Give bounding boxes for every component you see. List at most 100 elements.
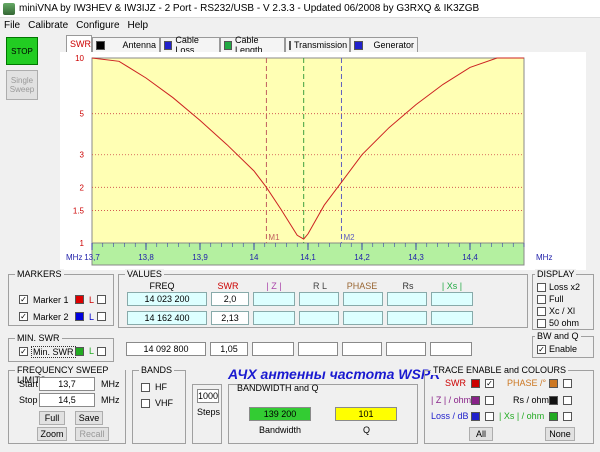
- menu-configure[interactable]: Configure: [72, 20, 123, 31]
- stop-input[interactable]: 14,5: [39, 393, 95, 407]
- x-tick-label: 14,2: [354, 253, 370, 262]
- overlay-title: АЧХ антенны частота WSPR: [228, 366, 441, 382]
- single-sweep-button[interactable]: Single Sweep: [6, 70, 38, 100]
- bw-q-enable-checkbox[interactable]: ✓: [537, 345, 546, 354]
- trace-xs-label: | Xs | / ohm: [499, 411, 545, 421]
- trace-swr-checkbox[interactable]: ✓: [485, 379, 494, 388]
- bw-q-panel: BW and Q ✓ Enable: [532, 331, 594, 358]
- sweep-limits-panel: FREQUENCY SWEEP LIMITS Start 13,7 MHz St…: [8, 365, 126, 444]
- x-tick-label: 13,9: [192, 253, 208, 262]
- trace-phase-checkbox[interactable]: [563, 379, 572, 388]
- full-button[interactable]: Full: [39, 411, 65, 425]
- display-title: DISPLAY: [535, 269, 577, 279]
- recall-button[interactable]: Recall: [75, 427, 109, 441]
- trace-xs-checkbox[interactable]: [563, 412, 572, 421]
- swr-chart[interactable]: 10 5 3 2 1.5 1 13,7 13,8 13,9 14 14,1 14,2 14,3 14,4…: [60, 52, 586, 270]
- y-tick-label: 5: [80, 110, 85, 119]
- q-value: 101: [335, 407, 397, 421]
- marker2-l-checkbox[interactable]: [97, 312, 106, 321]
- tab-transmission[interactable]: Transmission: [285, 37, 350, 52]
- min-xs-value: [430, 342, 472, 356]
- full-label: Full: [549, 294, 564, 304]
- header-rl: R L: [312, 281, 327, 291]
- full-checkbox[interactable]: [537, 295, 546, 304]
- tab-cable-loss[interactable]: Cable Loss: [160, 35, 220, 55]
- marker1-l-checkbox[interactable]: [97, 295, 106, 304]
- hf-checkbox[interactable]: [141, 383, 150, 392]
- xc-xl-label: Xc / Xl: [549, 306, 576, 316]
- x-tick-label: 14,4: [462, 253, 478, 262]
- swr-chart-frame: 10 5 3 2 1.5 1 13,7 13,8 13,9 14 14,1 14,2 14,3 14,4…: [60, 52, 586, 270]
- vhf-checkbox[interactable]: [141, 399, 150, 408]
- min-z-value: [252, 342, 294, 356]
- header-rs: Rs: [402, 281, 414, 291]
- trace-swr-color[interactable]: [471, 379, 480, 388]
- generator-icon: [354, 40, 363, 50]
- min-swr-checkbox[interactable]: ✓: [19, 347, 28, 356]
- tab-swr[interactable]: SWR: [66, 35, 92, 52]
- 50-ohm-checkbox[interactable]: [537, 319, 546, 328]
- trace-loss-color[interactable]: [471, 412, 480, 421]
- trace-z-checkbox[interactable]: [485, 396, 494, 405]
- markers-panel: MARKERS ✓ Marker 1 L ✓ Marker 2 L: [8, 269, 114, 326]
- transmission-icon: [289, 40, 291, 50]
- y-tick-label: 10: [75, 54, 84, 63]
- marker2-checkbox[interactable]: ✓: [19, 312, 28, 321]
- x-tick-label: 14,3: [408, 253, 424, 262]
- menu-calibrate[interactable]: Calibrate: [24, 20, 72, 31]
- marker2-color[interactable]: [75, 312, 84, 321]
- min-swr-color[interactable]: [75, 347, 84, 356]
- menu-help[interactable]: Help: [124, 20, 153, 31]
- trace-all-button[interactable]: All: [469, 427, 493, 441]
- trace-z-color[interactable]: [471, 396, 480, 405]
- m1-xs: [431, 292, 473, 306]
- min-rl-value: [298, 342, 338, 356]
- markers-title: MARKERS: [15, 269, 64, 279]
- min-swr-value: 1,05: [210, 342, 248, 356]
- zoom-button[interactable]: Zoom: [37, 427, 67, 441]
- marker1-checkbox[interactable]: ✓: [19, 295, 28, 304]
- trace-rs-checkbox[interactable]: [563, 396, 572, 405]
- values-panel: VALUES FREQ SWR | Z | R L PHASE Rs | Xs …: [118, 269, 528, 328]
- min-rs-value: [386, 342, 426, 356]
- trace-loss-checkbox[interactable]: [485, 412, 494, 421]
- xc-xl-checkbox[interactable]: [537, 307, 546, 316]
- app-icon: [3, 2, 15, 15]
- x-unit-right: MHz: [536, 253, 552, 262]
- trace-xs-color[interactable]: [549, 412, 558, 421]
- steps-input[interactable]: 1000: [197, 389, 219, 403]
- bandwidth-label: Bandwidth: [259, 425, 302, 435]
- min-swr-l: L: [89, 346, 95, 356]
- m2-freq: 14 162 400: [127, 311, 207, 325]
- stop-label: STOP: [11, 46, 33, 56]
- m1-z: [253, 292, 295, 306]
- stop-button[interactable]: STOP: [6, 37, 38, 65]
- marker1-color[interactable]: [75, 295, 84, 304]
- min-swr-l-checkbox[interactable]: [97, 347, 106, 356]
- display-panel: DISPLAY Loss x2 Full Xc / Xl 50 ohm: [532, 269, 594, 330]
- stop-unit: MHz: [101, 395, 120, 405]
- m2-swr: 2,13: [211, 311, 249, 325]
- start-input[interactable]: 13,7: [39, 377, 95, 391]
- trace-phase-color[interactable]: [549, 379, 558, 388]
- m2-z: [253, 311, 295, 325]
- y-tick-label: 1: [80, 239, 85, 248]
- loss-x2-checkbox[interactable]: [537, 283, 546, 292]
- m1-swr: 2,0: [211, 292, 249, 306]
- trace-rs-color[interactable]: [549, 396, 558, 405]
- marker1-l: L: [89, 295, 95, 305]
- tab-antenna[interactable]: Antenna: [92, 37, 160, 52]
- m1-phase: [343, 292, 383, 306]
- loss-x2-label: Loss x2: [549, 282, 581, 292]
- single-sweep-label: Single Sweep: [9, 76, 35, 94]
- trace-none-button[interactable]: None: [545, 427, 575, 441]
- menu-file[interactable]: File: [0, 20, 24, 31]
- bw-q-title: BW and Q: [535, 331, 581, 341]
- bands-panel: BANDS HF VHF: [132, 365, 186, 444]
- m2-rl: [299, 311, 339, 325]
- values-title: VALUES: [125, 269, 164, 279]
- tab-cable-length[interactable]: Cable Length: [220, 35, 285, 55]
- save-button[interactable]: Save: [75, 411, 103, 425]
- trace-phase-label: PHASE /°: [507, 378, 547, 388]
- tab-generator[interactable]: Generator: [350, 37, 418, 52]
